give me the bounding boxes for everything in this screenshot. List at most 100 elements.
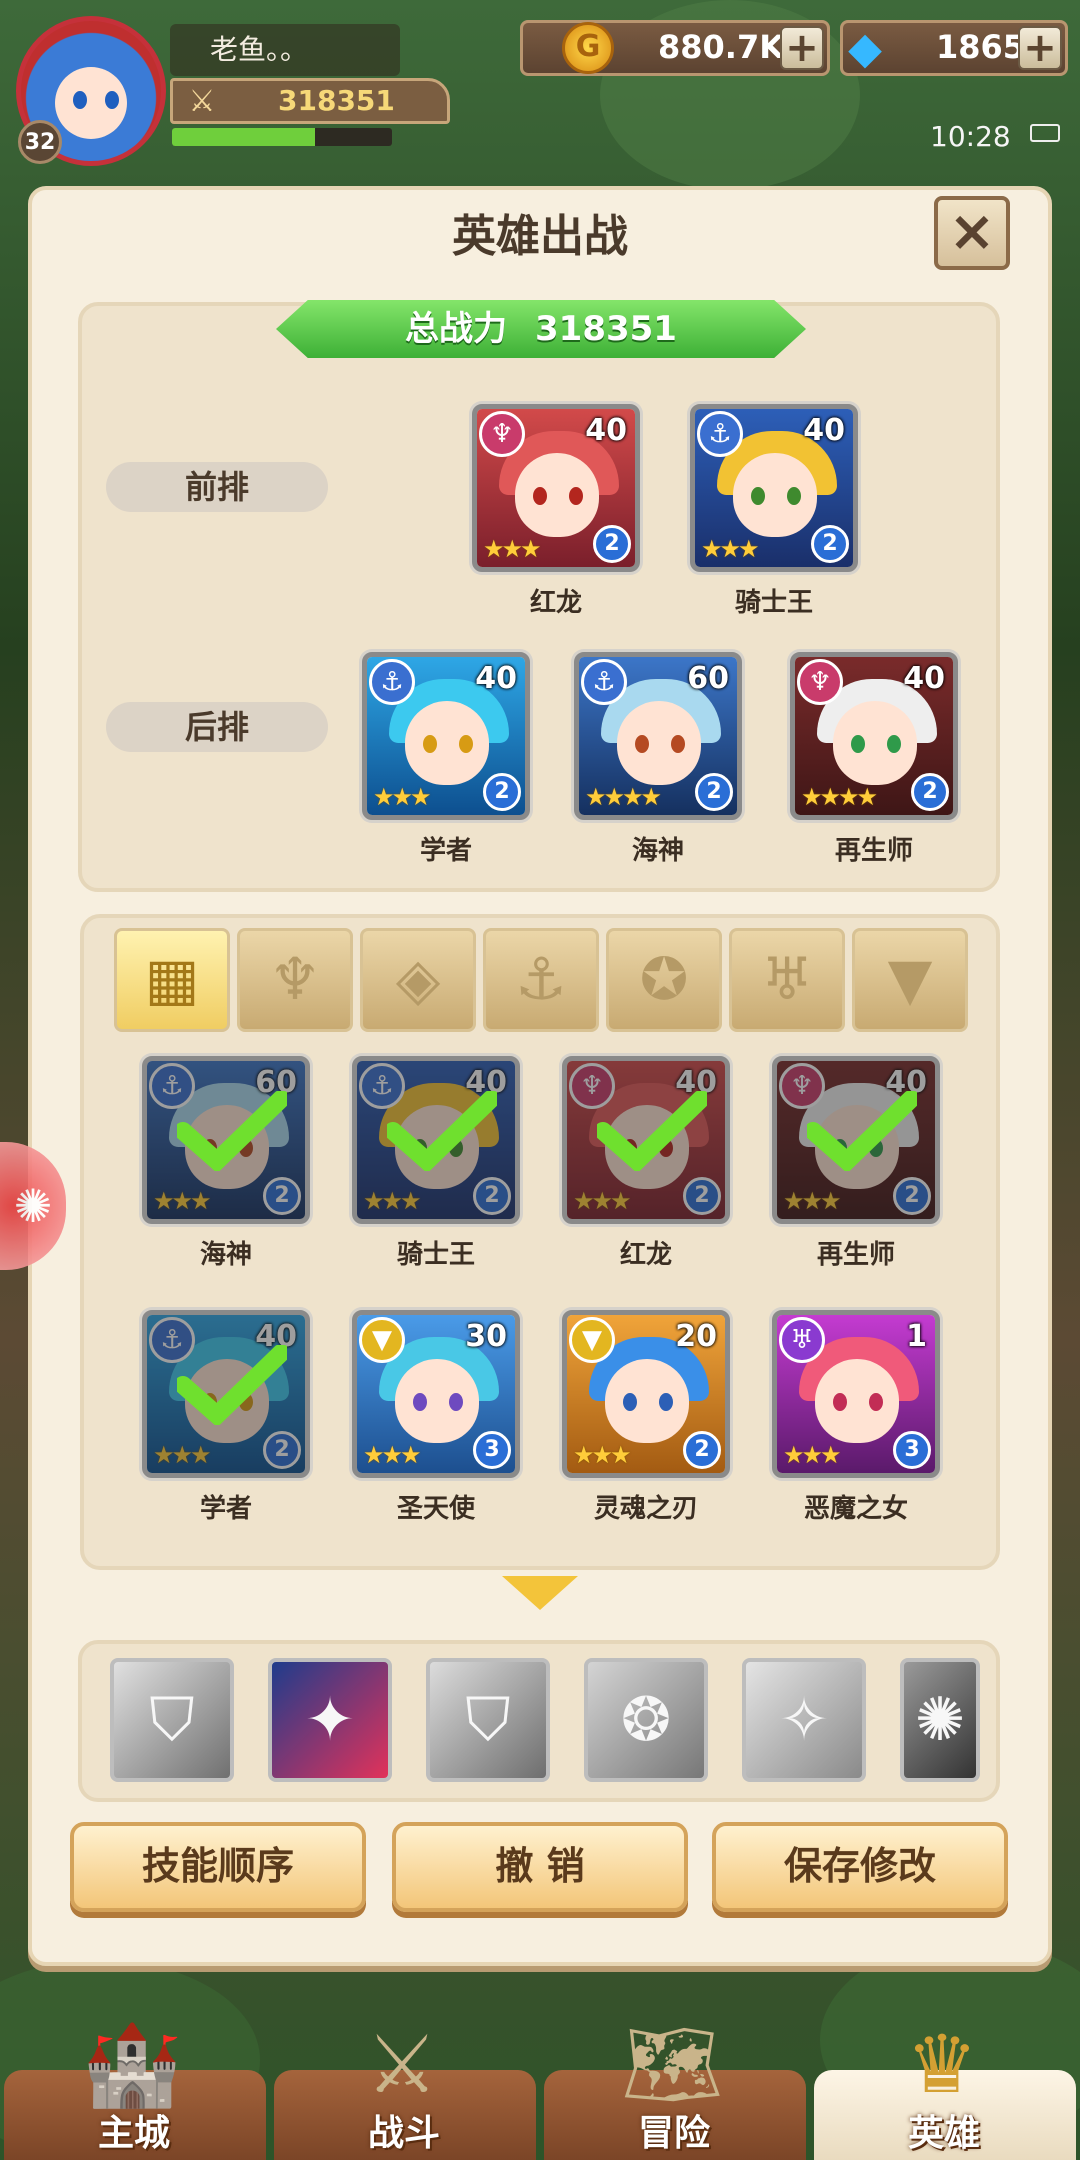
filter-beast-icon[interactable]: ✪ — [606, 928, 722, 1032]
total-power-label: 总战力 — [405, 309, 508, 349]
wave-skill-icon[interactable]: ❂ — [584, 1658, 708, 1782]
hero-eye — [851, 735, 865, 753]
hero-face — [395, 1359, 479, 1443]
player-name: 老鱼。。 — [210, 33, 309, 66]
hero-name: 红龙 — [529, 588, 582, 618]
add-gems-button[interactable]: + — [1018, 26, 1062, 70]
hero-face — [617, 701, 701, 785]
hero-card[interactable]: ⚓ 60 ★★★ 2 — [142, 1056, 310, 1224]
hero-card[interactable]: ▼ 30 ★★★ 3 — [352, 1310, 520, 1478]
hero-eye — [569, 487, 583, 505]
hero-name: 恶魔之女 — [803, 1494, 908, 1524]
hero-eye — [635, 735, 649, 753]
swords-icon: ⚔ — [188, 84, 216, 119]
hero-face — [605, 1359, 689, 1443]
battery-icon — [1030, 124, 1060, 142]
filter-all-icon[interactable]: ▦ — [114, 928, 230, 1032]
player-power: 318351 — [278, 84, 395, 117]
hero-card[interactable]: ⚓ 40 ★★★ 2 — [362, 652, 530, 820]
hero-card[interactable]: ♆ 40 ★★★ 2 — [772, 1056, 940, 1224]
hero-eye — [751, 487, 765, 505]
light-faction-icon: ▼ — [569, 1317, 615, 1363]
hero-grade-badge: 3 — [473, 1431, 511, 1469]
player-avatar-button[interactable]: 32 — [10, 14, 178, 174]
skill-glyph: ⛉ — [149, 1685, 195, 1755]
hero-eye — [533, 487, 547, 505]
hero-card[interactable]: ♆ 40 ★★★★ 2 — [790, 652, 958, 820]
hero-face — [733, 453, 817, 537]
shield-skill-2-icon[interactable]: ⛉ — [426, 1658, 550, 1782]
checkmark-icon — [387, 1091, 497, 1171]
hero-face — [815, 1359, 899, 1443]
xp-bar-fill — [172, 128, 315, 146]
panel-title: 英雄出战 — [452, 211, 628, 262]
filter-fire-icon[interactable]: ♆ — [237, 928, 353, 1032]
nav-label: 战斗 — [367, 2113, 440, 2154]
hero-name: 学者 — [419, 836, 472, 866]
hero-eye — [659, 1393, 673, 1411]
star-rating: ★★★★ — [801, 783, 878, 811]
filter-diamond-icon[interactable]: ◈ — [360, 928, 476, 1032]
anchor-faction-icon: ⚓ — [697, 411, 743, 457]
hero-eye — [671, 735, 685, 753]
hero-name: 海神 — [631, 836, 684, 866]
hero-eye — [413, 1393, 427, 1411]
checkmark-icon — [597, 1091, 707, 1171]
dark-skill-icon[interactable]: ✺ — [900, 1658, 980, 1782]
star-rating: ★★★ — [573, 1441, 632, 1469]
hero-card[interactable]: ♆ 40 ★★★ 2 — [472, 404, 640, 572]
add-gold-button[interactable]: + — [780, 26, 824, 70]
hero-eye — [787, 487, 801, 505]
hero-level: 1 — [906, 1319, 927, 1354]
hero-level: 30 — [465, 1319, 507, 1354]
star-rating: ★★★ — [483, 535, 542, 563]
shield-skill-icon[interactable]: ⛉ — [110, 1658, 234, 1782]
fire-faction-icon: ♆ — [479, 411, 525, 457]
hero-name: 学者 — [199, 1494, 252, 1524]
hero-grade-badge: 2 — [683, 1431, 721, 1469]
hero-face — [833, 701, 917, 785]
hero-card[interactable]: ⚓ 40 ★★★ 2 — [352, 1056, 520, 1224]
filter-wing-icon[interactable]: ▼ — [852, 928, 968, 1032]
hero-card[interactable]: ♅ 1 ★★★ 3 — [772, 1310, 940, 1478]
water-skill-icon[interactable]: ✦ — [268, 1658, 392, 1782]
hero-level: 40 — [585, 413, 627, 448]
checkmark-icon — [807, 1091, 917, 1171]
star-rating: ★★★★ — [585, 783, 662, 811]
hero-level: 40 — [475, 661, 517, 696]
claw-skill-icon[interactable]: ✧ — [742, 1658, 866, 1782]
hero-card[interactable]: ⚓ 60 ★★★★ 2 — [574, 652, 742, 820]
filter-anchor-icon[interactable]: ⚓ — [483, 928, 599, 1032]
hero-grade-badge: 2 — [483, 773, 521, 811]
hero-card[interactable]: ⚓ 40 ★★★ 2 — [142, 1310, 310, 1478]
scroll-down-icon[interactable] — [502, 1576, 578, 1610]
light-faction-icon: ▼ — [359, 1317, 405, 1363]
hero-eye — [423, 735, 437, 753]
hero-card[interactable]: ⚓ 40 ★★★ 2 — [690, 404, 858, 572]
demon-faction-icon: ♅ — [779, 1317, 825, 1363]
close-button[interactable]: × — [934, 196, 1010, 270]
avatar-eye — [73, 91, 87, 109]
clock: 10:28 — [930, 120, 1011, 153]
skill-order-button[interactable]: 技能顺序 — [70, 1822, 366, 1912]
skill-glyph: ✧ — [778, 1685, 830, 1755]
hero-face — [405, 701, 489, 785]
skill-glyph: ❂ — [620, 1685, 672, 1755]
gem-icon: ◆ — [848, 23, 882, 74]
skill-glyph: ⛉ — [465, 1685, 511, 1755]
hero-card[interactable]: ♆ 40 ★★★ 2 — [562, 1056, 730, 1224]
hero-card[interactable]: ▼ 20 ★★★ 2 — [562, 1310, 730, 1478]
fire-faction-icon: ♆ — [797, 659, 843, 705]
save-changes-button[interactable]: 保存修改 — [712, 1822, 1008, 1912]
anchor-faction-icon: ⚓ — [581, 659, 627, 705]
skill-glyph: ✦ — [304, 1685, 356, 1755]
undo-button[interactable]: 撤 销 — [392, 1822, 688, 1912]
filter-demon-icon[interactable]: ♅ — [729, 928, 845, 1032]
player-level-badge: 32 — [18, 120, 62, 164]
hero-name: 骑士王 — [396, 1240, 475, 1270]
hero-grade-badge: 2 — [911, 773, 949, 811]
star-rating: ★★★ — [363, 1441, 422, 1469]
back-row-label: 后排 — [106, 702, 328, 752]
front-row-label: 前排 — [106, 462, 328, 512]
total-power-banner: 总战力 318351 — [276, 300, 806, 358]
